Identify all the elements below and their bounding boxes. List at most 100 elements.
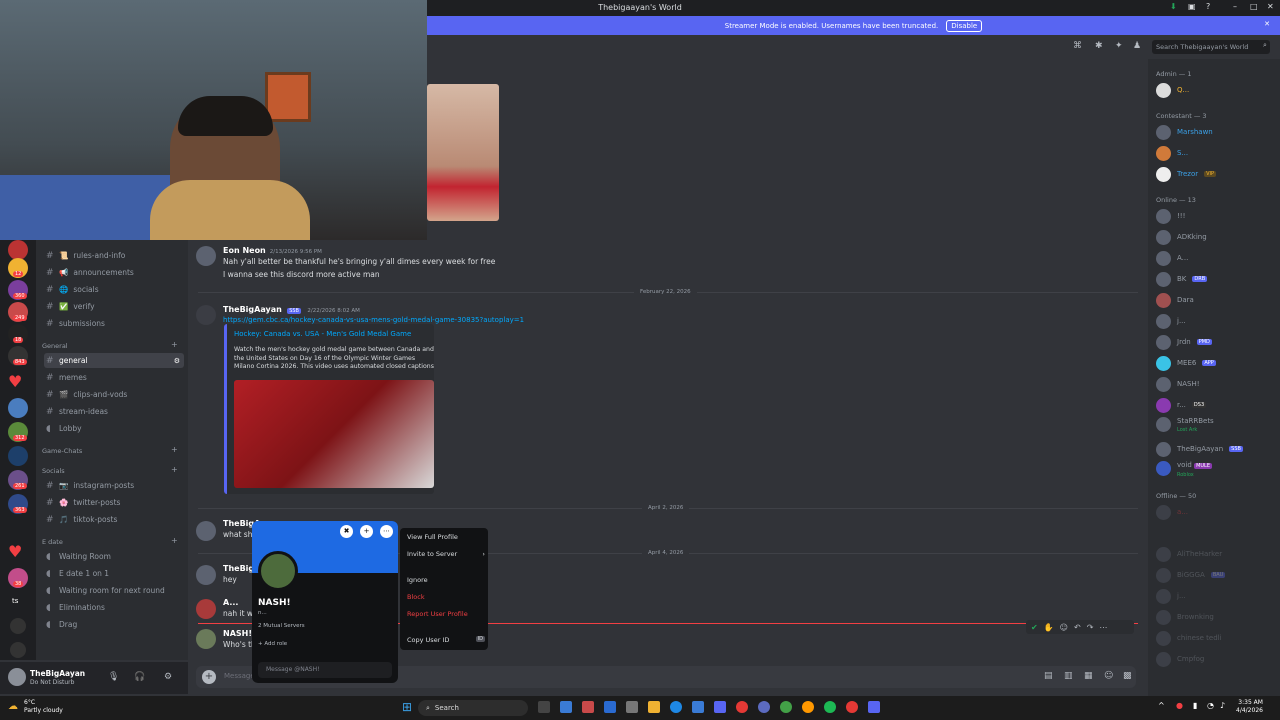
- category-socials[interactable]: Socials: [42, 467, 65, 475]
- channel-clips-and-vods[interactable]: # 🎬 clips-and-vods: [44, 387, 184, 402]
- view-full-profile-item[interactable]: View Full Profile: [407, 533, 485, 541]
- voice-channel-waiting-room-next[interactable]: ◖ Waiting room for next round: [44, 583, 184, 598]
- member-item[interactable]: Q...: [1156, 81, 1189, 99]
- add-attachment-icon[interactable]: +: [202, 670, 216, 684]
- message-author[interactable]: NASH!: [223, 629, 252, 638]
- member-item[interactable]: Marshawn: [1156, 123, 1213, 141]
- avatar[interactable]: [196, 305, 216, 325]
- avatar[interactable]: [196, 599, 216, 619]
- copilot-icon[interactable]: [604, 701, 616, 713]
- gift-icon[interactable]: ▤: [1044, 671, 1053, 681]
- member-item[interactable]: j...: [1156, 587, 1186, 605]
- apps-icon[interactable]: ▩: [1123, 671, 1132, 681]
- server-icon[interactable]: [8, 398, 28, 418]
- channel-tiktok-posts[interactable]: # 🎵 tiktok-posts: [44, 512, 184, 527]
- notification-icon[interactable]: ✱: [1095, 41, 1103, 51]
- member-item[interactable]: r... DS3: [1156, 396, 1207, 414]
- message-author[interactable]: TheBigAayan: [223, 305, 282, 314]
- close-window-icon[interactable]: ✕: [1267, 2, 1274, 11]
- headphones-icon[interactable]: 🎧: [134, 672, 145, 682]
- voice-channel-eliminations[interactable]: ◖ Eliminations: [44, 600, 184, 615]
- spotify-icon[interactable]: [824, 701, 836, 713]
- mic-icon[interactable]: 🎙: [108, 672, 119, 682]
- dm-input[interactable]: Message @NASH!: [258, 662, 392, 678]
- member-item[interactable]: BiGGGA BAU: [1156, 566, 1226, 584]
- voice-channel-waiting-room[interactable]: ◖ Waiting Room: [44, 549, 184, 564]
- block-item[interactable]: Block: [407, 593, 485, 601]
- settings-icon[interactable]: ⚙: [174, 357, 180, 365]
- channel-socials[interactable]: # 🌐 socials: [44, 282, 184, 297]
- channel-verify[interactable]: # ✅ verify: [44, 299, 184, 314]
- reaction-icon[interactable]: ✋: [1044, 623, 1054, 632]
- avatar[interactable]: [8, 668, 26, 686]
- task-view-icon[interactable]: [538, 701, 550, 713]
- search-input[interactable]: Search Thebigaayan's World: [1152, 40, 1270, 54]
- member-item[interactable]: Jrdn PMD: [1156, 333, 1212, 351]
- create-channel-icon[interactable]: +: [171, 340, 178, 349]
- ignore-item[interactable]: Ignore: [407, 576, 485, 584]
- voice-channel-drag[interactable]: ◖ Drag: [44, 617, 184, 632]
- member-item[interactable]: NASH!: [1156, 375, 1200, 393]
- message-author[interactable]: Eon Neon: [223, 246, 266, 255]
- add-reaction-icon[interactable]: ☺: [1060, 623, 1068, 632]
- category-general[interactable]: General: [42, 342, 68, 350]
- mutual-servers[interactable]: 2 Mutual Servers: [258, 623, 305, 629]
- server-initials[interactable]: ts: [12, 597, 18, 605]
- member-item[interactable]: AliTheHarker: [1156, 545, 1222, 563]
- more-icon[interactable]: ⋯: [1099, 623, 1107, 632]
- update-icon[interactable]: ⬇: [1170, 2, 1177, 11]
- channel-instagram-posts[interactable]: # 📷 instagram-posts: [44, 478, 184, 493]
- heart-server-icon[interactable]: ♥: [8, 542, 22, 561]
- volume-icon[interactable]: ♪: [1220, 701, 1225, 710]
- channel-stream-ideas[interactable]: # stream-ideas: [44, 404, 184, 419]
- channel-twitter-posts[interactable]: # 🌸 twitter-posts: [44, 495, 184, 510]
- edge-icon[interactable]: [670, 701, 682, 713]
- copy-user-id-item[interactable]: Copy User ID ID: [407, 636, 485, 644]
- add-server-icon[interactable]: [10, 618, 26, 634]
- emoji-icon[interactable]: ☺: [1104, 671, 1113, 681]
- member-item[interactable]: MEE6 APP: [1156, 354, 1216, 372]
- create-channel-icon[interactable]: +: [171, 536, 178, 545]
- reply-icon[interactable]: ↶: [1074, 623, 1081, 632]
- system-clock[interactable]: 3:35 AM 4/4/2026: [1236, 699, 1263, 715]
- member-item[interactable]: !!!: [1156, 207, 1185, 225]
- member-item[interactable]: TheBigAayan SSB: [1156, 440, 1243, 458]
- forward-icon[interactable]: ↷: [1087, 623, 1094, 632]
- member-item[interactable]: chinese tedli: [1156, 629, 1222, 647]
- message-link[interactable]: https://gem.cbc.ca/hockey-canada-vs-usa-…: [223, 316, 524, 324]
- settings-icon[interactable]: [626, 701, 638, 713]
- disable-streamer-button[interactable]: Disable: [946, 19, 983, 32]
- chrome-icon[interactable]: [736, 701, 748, 713]
- member-item[interactable]: A...: [1156, 249, 1188, 267]
- store-icon[interactable]: [692, 701, 704, 713]
- more-options-icon[interactable]: ⋯: [380, 525, 393, 538]
- channel-rules-and-info[interactable]: # 📜 rules-and-info: [44, 248, 184, 263]
- gif-icon[interactable]: ▥: [1064, 671, 1073, 681]
- file-explorer-icon[interactable]: [648, 701, 660, 713]
- weather-icon[interactable]: ☁: [8, 701, 18, 712]
- member-item[interactable]: Brownking: [1156, 608, 1214, 626]
- minimize-icon[interactable]: –: [1233, 2, 1237, 11]
- members-toggle-icon[interactable]: ♟: [1133, 41, 1141, 51]
- help-icon[interactable]: ?: [1206, 2, 1210, 11]
- settings-icon[interactable]: ⚙: [164, 672, 172, 682]
- voice-channel-lobby[interactable]: ◖ Lobby: [44, 421, 184, 436]
- channel-submissions[interactable]: # submissions: [44, 316, 184, 331]
- avatar[interactable]: [258, 551, 298, 591]
- member-item[interactable]: a...: [1156, 503, 1188, 521]
- app-icon[interactable]: [758, 701, 770, 713]
- username[interactable]: TheBigAayan: [30, 669, 85, 678]
- avatar[interactable]: [196, 521, 216, 541]
- sticker-icon[interactable]: ▦: [1084, 671, 1093, 681]
- add-role-button[interactable]: + Add role: [258, 641, 287, 647]
- invite-to-server-item[interactable]: Invite to Server ›: [407, 550, 485, 558]
- tray-app-icon[interactable]: ▮: [1193, 701, 1197, 710]
- report-item[interactable]: Report User Profile: [407, 610, 485, 618]
- server-icon[interactable]: [8, 240, 28, 260]
- embed-thumbnail[interactable]: [234, 380, 434, 488]
- voice-channel-e-date-1-on-1[interactable]: ◖ E date 1 on 1: [44, 566, 184, 581]
- member-item[interactable]: j...: [1156, 312, 1186, 330]
- category-e-date[interactable]: E date: [42, 538, 63, 546]
- channel-general[interactable]: # general ⚙: [44, 353, 184, 368]
- channel-memes[interactable]: # memes: [44, 370, 184, 385]
